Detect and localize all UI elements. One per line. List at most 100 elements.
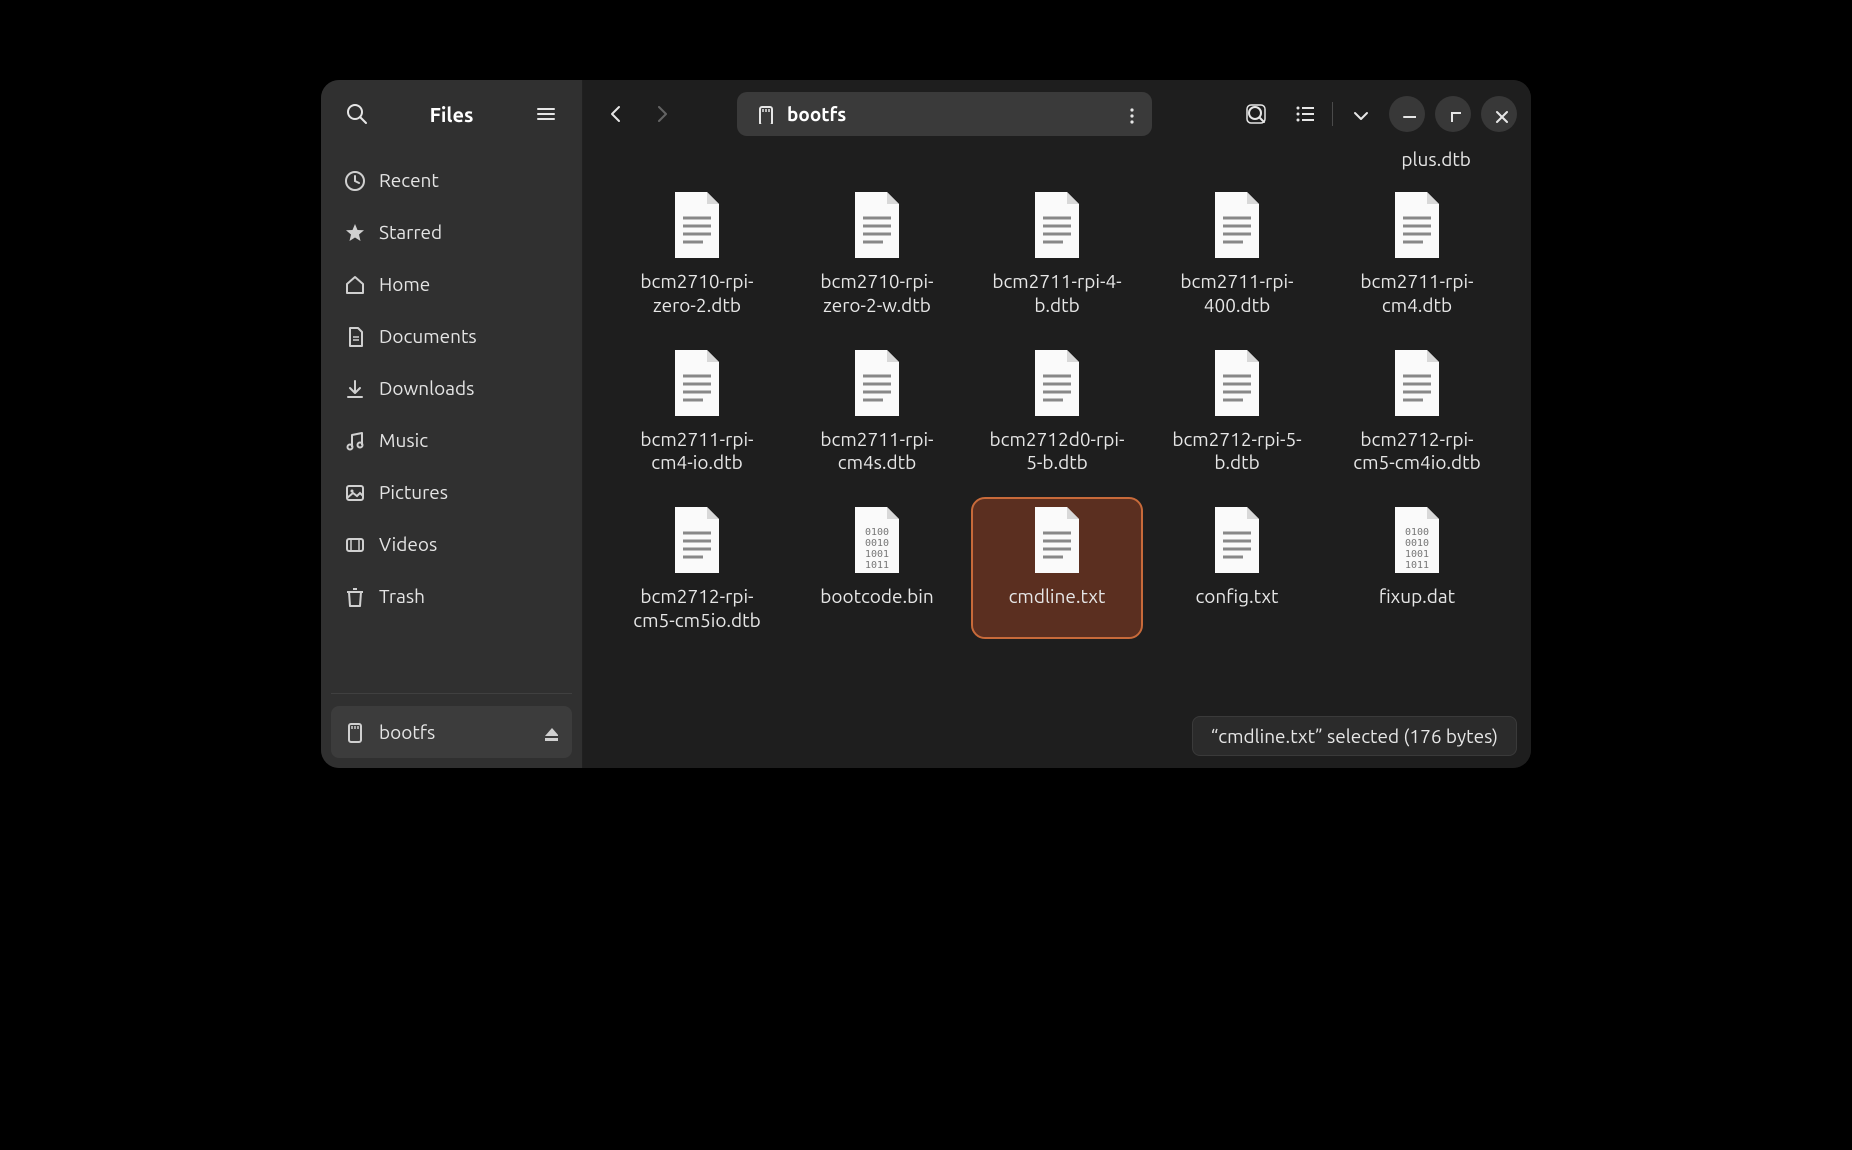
file-name-label: bcm2711-rpi-cm4s.dtb (802, 428, 952, 476)
file-name-label: bcm2712-rpi-cm5-cm5io.dtb (622, 585, 772, 633)
partial-file-label: plus.dtb (583, 148, 1531, 184)
file-item[interactable]: bcm2711-rpi-cm4s.dtb (793, 342, 961, 480)
file-name-label: bcm2712-rpi-cm5-cm4io.dtb (1342, 428, 1492, 476)
file-item[interactable]: bcm2712-rpi-cm5-cm5io.dtb (613, 499, 781, 637)
sidebar-places-list: Recent Starred Home Documents Downloads … (321, 148, 582, 687)
path-menu-button[interactable] (1114, 98, 1146, 130)
file-name-label: config.txt (1195, 585, 1278, 609)
sidebar-item-label: Home (379, 273, 430, 295)
sidebar-item-downloads[interactable]: Downloads (331, 362, 572, 414)
music-icon (343, 429, 365, 451)
file-item[interactable]: config.txt (1153, 499, 1321, 637)
star-icon (343, 221, 365, 243)
sidebar-item-documents[interactable]: Documents (331, 310, 572, 362)
eject-icon[interactable] (538, 721, 560, 743)
file-name-label: bcm2712-rpi-5-b.dtb (1162, 428, 1312, 476)
nav-group (597, 94, 681, 134)
file-item[interactable]: bcm2711-rpi-400.dtb (1153, 184, 1321, 322)
file-name-label: bcm2711-rpi-cm4-io.dtb (622, 428, 772, 476)
status-text: “cmdline.txt” selected (176 bytes) (1211, 725, 1498, 747)
sidebar-menu-button[interactable] (526, 94, 566, 134)
search-button[interactable] (337, 94, 377, 134)
sd-card-icon (753, 103, 775, 125)
sd-card-icon (343, 721, 365, 743)
sidebar-item-label: Trash (379, 585, 425, 607)
document-icon (343, 325, 365, 347)
sidebar-item-recent[interactable]: Recent (331, 154, 572, 206)
file-icon (1207, 190, 1267, 260)
path-bar[interactable]: bootfs (737, 92, 1152, 136)
file-manager-window: Files Recent Starred Home Documents Down… (321, 80, 1531, 768)
sidebar-item-videos[interactable]: Videos (331, 518, 572, 570)
file-icon (847, 348, 907, 418)
sidebar-item-label: Downloads (379, 377, 474, 399)
sidebar-item-trash[interactable]: Trash (331, 570, 572, 622)
file-item[interactable]: bcm2711-rpi-cm4-io.dtb (613, 342, 781, 480)
file-name-label: bcm2711-rpi-cm4.dtb (1342, 270, 1492, 318)
sidebar-item-label: Videos (379, 533, 437, 555)
file-item[interactable]: bcm2711-rpi-4-b.dtb (973, 184, 1141, 322)
file-icon (1027, 505, 1087, 575)
view-options-button[interactable] (1339, 94, 1379, 134)
file-name-label: bcm2710-rpi-zero-2.dtb (622, 270, 772, 318)
file-item[interactable]: bcm2712d0-rpi-5-b.dtb (973, 342, 1141, 480)
file-name-label: bootcode.bin (820, 585, 934, 609)
clock-icon (343, 169, 365, 191)
content-search-button[interactable] (1236, 94, 1276, 134)
trash-icon (343, 585, 365, 607)
minimize-button[interactable] (1389, 96, 1425, 132)
sidebar-item-label: Music (379, 429, 428, 451)
file-item[interactable]: cmdline.txt (973, 499, 1141, 637)
forward-button[interactable] (641, 94, 681, 134)
home-icon (343, 273, 365, 295)
file-name-label: bcm2710-rpi-zero-2-w.dtb (802, 270, 952, 318)
file-icon (1027, 190, 1087, 260)
sidebar-item-starred[interactable]: Starred (331, 206, 572, 258)
file-icon (667, 348, 727, 418)
file-icon (847, 505, 907, 575)
download-icon (343, 377, 365, 399)
file-icon (1207, 348, 1267, 418)
file-name-label: bcm2712d0-rpi-5-b.dtb (982, 428, 1132, 476)
sidebar-mount-bootfs[interactable]: bootfs (331, 706, 572, 758)
toolbar-right (1236, 94, 1517, 134)
file-icon (1387, 190, 1447, 260)
status-bar: “cmdline.txt” selected (176 bytes) (1192, 716, 1517, 756)
sidebar-item-label: Documents (379, 325, 477, 347)
file-item[interactable]: fixup.dat (1333, 499, 1501, 637)
sidebar-item-label: Recent (379, 169, 439, 191)
sidebar-item-music[interactable]: Music (331, 414, 572, 466)
maximize-button[interactable] (1435, 96, 1471, 132)
file-item[interactable]: bcm2711-rpi-cm4.dtb (1333, 184, 1501, 322)
file-item[interactable]: bcm2712-rpi-5-b.dtb (1153, 342, 1321, 480)
file-icon (667, 505, 727, 575)
sidebar-item-pictures[interactable]: Pictures (331, 466, 572, 518)
toolbar: bootfs (583, 80, 1531, 148)
view-separator (1332, 102, 1333, 126)
sidebar-item-home[interactable]: Home (331, 258, 572, 310)
sidebar-divider (331, 693, 572, 694)
back-button[interactable] (597, 94, 637, 134)
file-icon (1387, 348, 1447, 418)
main-panel: bootfs plus.dtb bcm2710-rpi-zero-2 (583, 80, 1531, 768)
file-content-area[interactable]: plus.dtb bcm2710-rpi-zero-2.dtb bcm2710-… (583, 148, 1531, 768)
file-name-label: fixup.dat (1379, 585, 1455, 609)
file-icon (847, 190, 907, 260)
pictures-icon (343, 481, 365, 503)
file-item[interactable]: bcm2712-rpi-cm5-cm4io.dtb (1333, 342, 1501, 480)
file-item[interactable]: bcm2710-rpi-zero-2.dtb (613, 184, 781, 322)
file-icon (667, 190, 727, 260)
file-item[interactable]: bcm2710-rpi-zero-2-w.dtb (793, 184, 961, 322)
view-switcher (1286, 94, 1379, 134)
file-item[interactable]: bootcode.bin (793, 499, 961, 637)
list-view-button[interactable] (1286, 94, 1326, 134)
sidebar-header: Files (321, 80, 582, 148)
file-name-label: cmdline.txt (1009, 585, 1106, 609)
app-title: Files (385, 103, 518, 126)
sidebar-item-label: Starred (379, 221, 442, 243)
file-name-label: bcm2711-rpi-4-b.dtb (982, 270, 1132, 318)
sidebar: Files Recent Starred Home Documents Down… (321, 80, 583, 768)
close-button[interactable] (1481, 96, 1517, 132)
sidebar-item-label: Pictures (379, 481, 448, 503)
path-label: bootfs (787, 103, 1102, 125)
